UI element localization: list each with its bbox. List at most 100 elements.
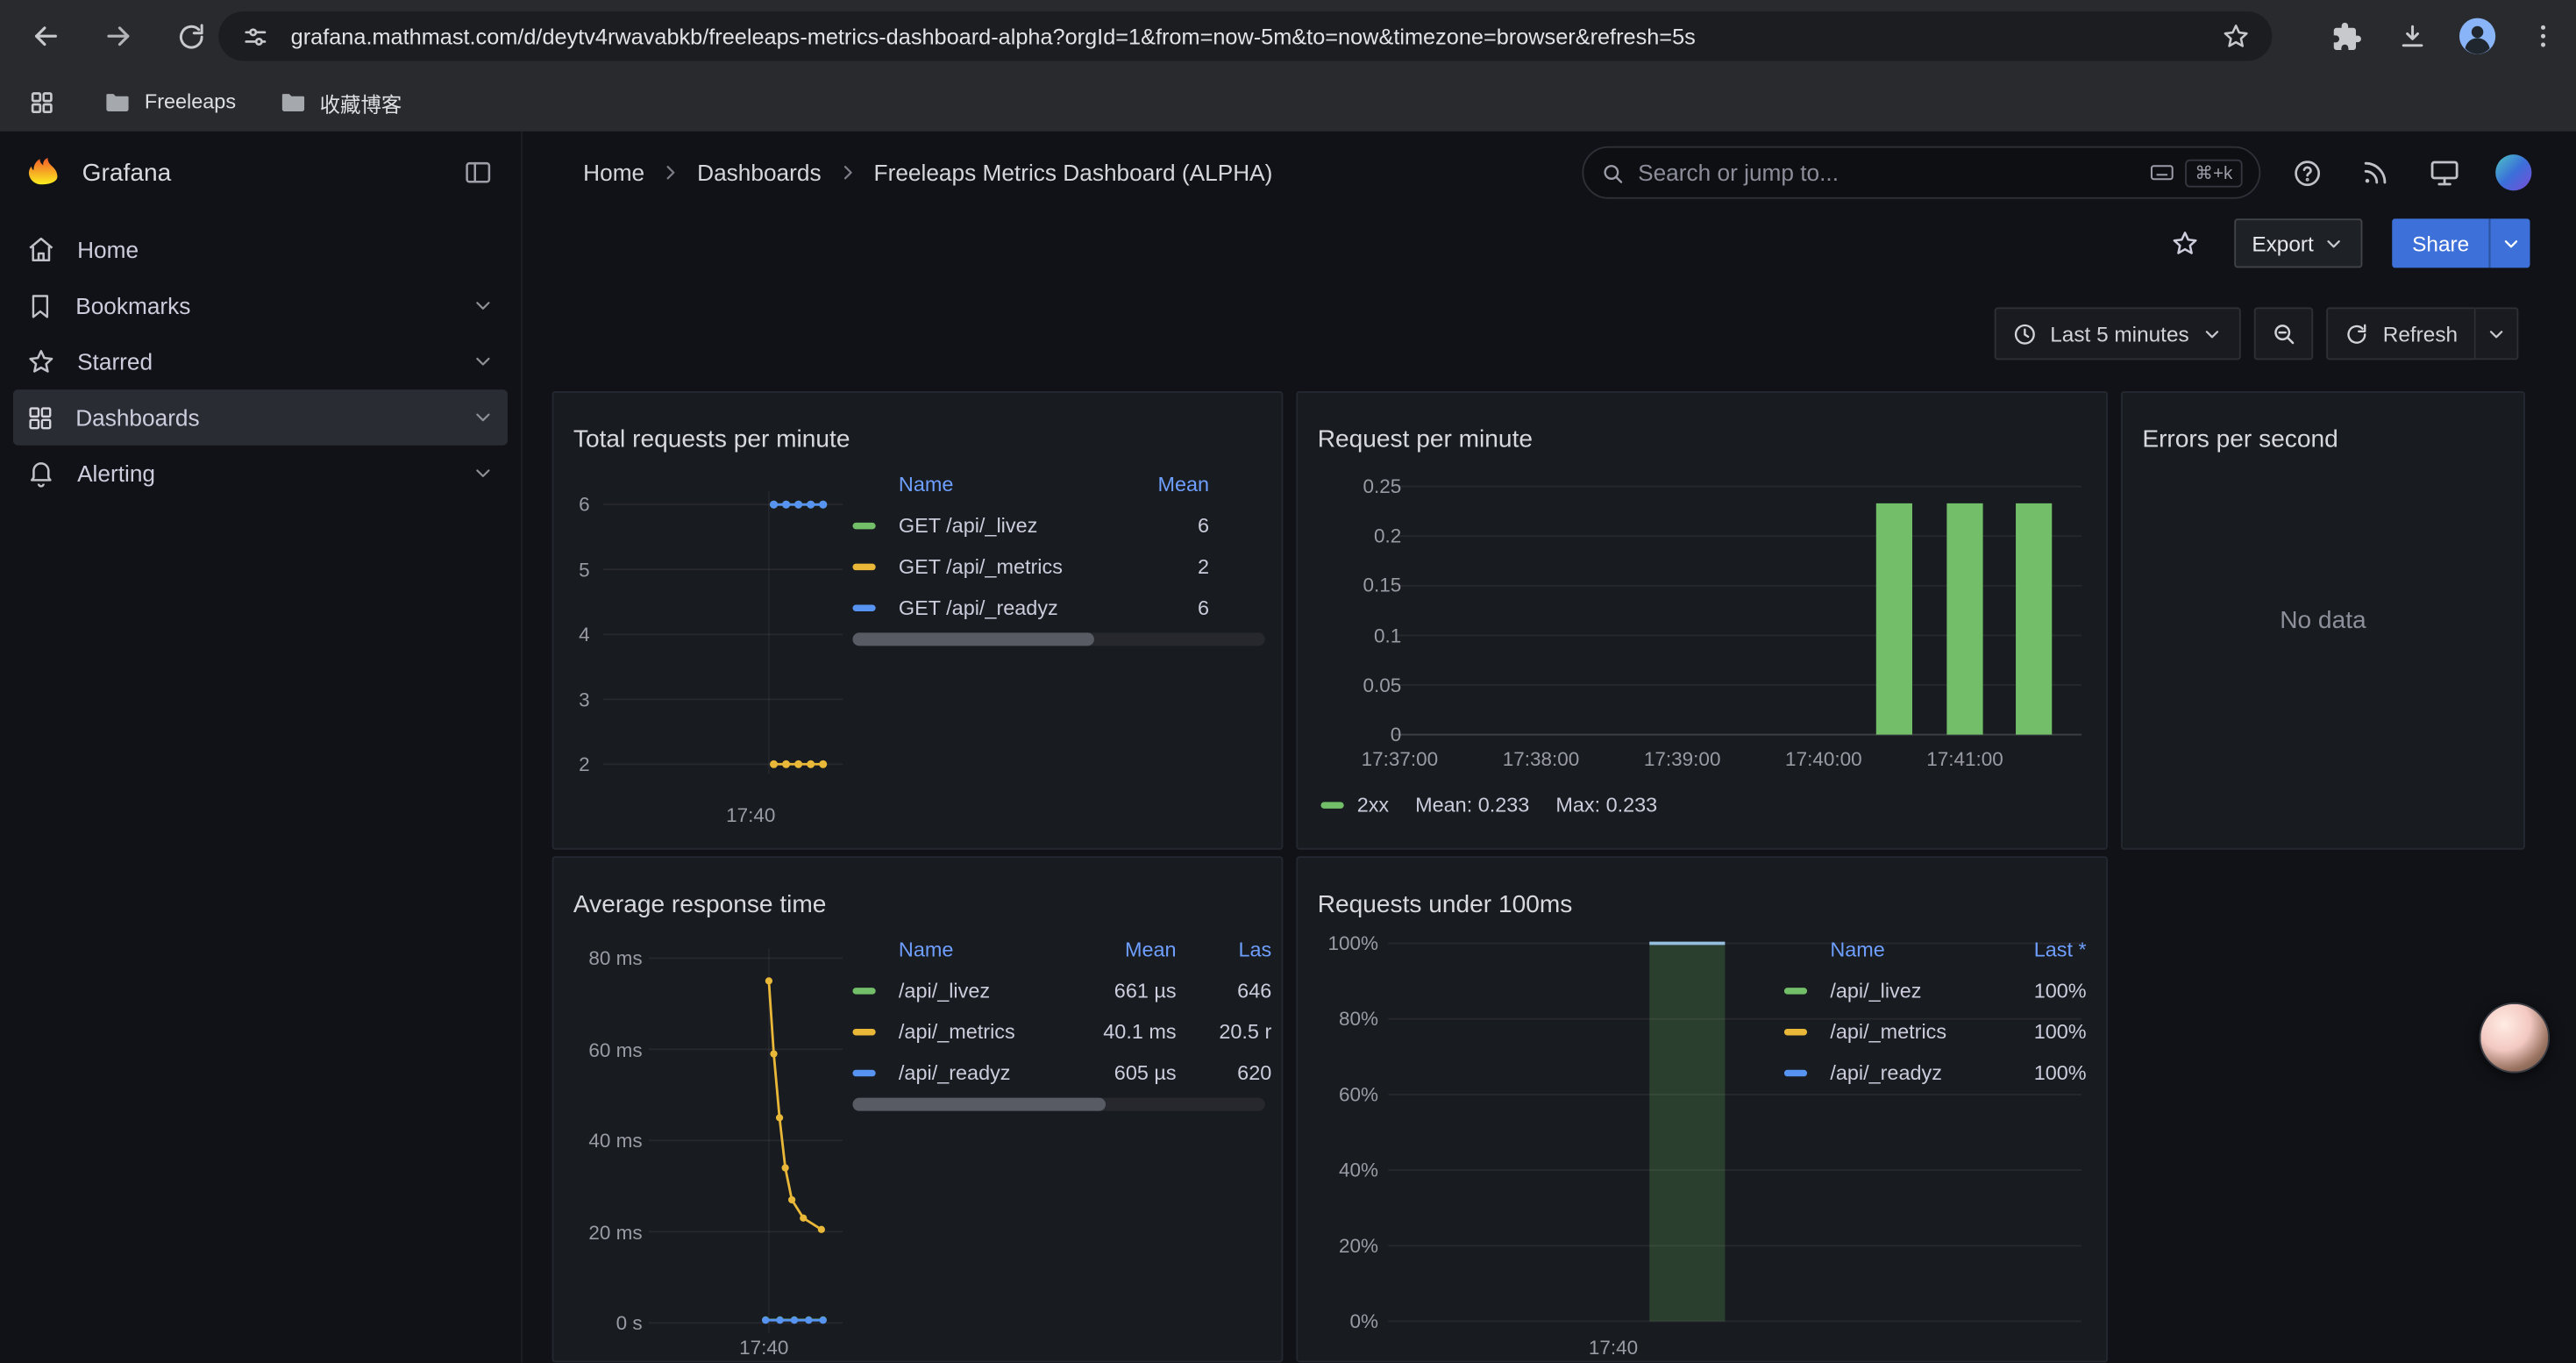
zoom-out-button[interactable] [2255, 307, 2314, 360]
grafana-logo[interactable] [26, 153, 62, 192]
legend-row[interactable]: GET /api/_readyz 6 [852, 587, 1209, 628]
refresh-split-button: Refresh [2327, 307, 2518, 360]
bookmark-folder-blogs[interactable]: 收藏博客 [279, 86, 402, 118]
legend-row[interactable]: /api/_livez 661 µs 646 [852, 969, 1271, 1010]
legend-col-last[interactable]: Last * [1988, 938, 2086, 961]
sidebar-item-dashboards[interactable]: Dashboards [13, 389, 508, 446]
x-axis: 17:37:0017:38:0017:39:0017:40:0017:41:00 [1298, 748, 2108, 774]
dashboards-grid-icon [26, 403, 54, 432]
legend-col-mean[interactable]: Mean [1058, 938, 1177, 961]
sidebar-item-alerting[interactable]: Alerting [13, 446, 508, 502]
back-icon[interactable] [26, 17, 66, 56]
axis-tick: 4 [579, 623, 590, 646]
user-avatar[interactable] [2494, 153, 2533, 192]
reload-icon[interactable] [171, 17, 210, 56]
url-bar[interactable]: grafana.mathmast.com/d/deytv4rwavabkb/fr… [218, 11, 2272, 61]
zoom-out-icon [2271, 320, 2297, 346]
legend-col-name[interactable]: Name [899, 938, 1049, 961]
legend-row[interactable]: /api/_metrics 40.1 ms 20.5 r [852, 1010, 1271, 1052]
axis-tick: 17:38:00 [1503, 748, 1580, 771]
news-feed-icon[interactable] [2356, 153, 2395, 192]
export-button[interactable]: Export [2234, 218, 2363, 268]
axis-tick: 0.1 [1374, 624, 1401, 646]
share-button[interactable]: Share [2393, 218, 2489, 268]
time-controls: Last 5 minutes Refresh [1995, 304, 2576, 363]
x-axis-label: 17:40 [701, 803, 800, 826]
axis-tick: 100% [1328, 931, 1379, 954]
refresh-button[interactable]: Refresh [2327, 307, 2476, 360]
axis-tick: 40% [1339, 1159, 1378, 1181]
legend-row[interactable]: GET /api/_livez 6 [852, 504, 1209, 546]
display-icon[interactable] [2425, 153, 2465, 192]
series-color-dash [852, 987, 875, 993]
axis-tick: 80 ms [588, 946, 642, 969]
chevron-down-icon[interactable] [472, 462, 495, 485]
browser-chrome: grafana.mathmast.com/d/deytv4rwavabkb/fr… [0, 0, 2576, 132]
legend-col-mean[interactable]: Mean [1127, 474, 1209, 496]
dashboard-actions: Export Share [523, 214, 2576, 273]
series-color-dash [852, 563, 875, 569]
star-icon [26, 346, 56, 376]
legend-scrollbar[interactable] [852, 1098, 1264, 1111]
axis-tick: 17:40:00 [1785, 748, 1862, 771]
refresh-interval-caret[interactable] [2476, 307, 2519, 360]
breadcrumb-dashboards[interactable]: Dashboards [697, 160, 821, 186]
axis-tick: 0 [1391, 723, 1402, 746]
legend-row[interactable]: 2xx [1320, 794, 1389, 817]
legend-max: Max: 0.233 [1555, 794, 1657, 817]
apps-grid-icon[interactable] [21, 82, 60, 122]
legend-col-name[interactable]: Name [1830, 938, 1978, 961]
legend-row[interactable]: GET /api/_metrics 2 [852, 546, 1209, 587]
main-area: Home Dashboards Freeleaps Metrics Dashbo… [523, 132, 2576, 1362]
bookmark-folder-freeleaps[interactable]: Freeleaps [103, 88, 236, 116]
sidebar-item-starred[interactable]: Starred [13, 333, 508, 389]
browser-menu-icon[interactable] [2523, 17, 2563, 56]
clock-icon [2012, 321, 2037, 346]
site-settings-icon[interactable] [235, 17, 274, 56]
axis-tick: 2 [579, 753, 590, 775]
time-range-picker[interactable]: Last 5 minutes [1995, 307, 2242, 360]
breadcrumb-current-page: Freeleaps Metrics Dashboard (ALPHA) [874, 160, 1273, 186]
series-color-dash [852, 604, 875, 610]
share-split-button: Share [2393, 218, 2530, 268]
axis-tick: 5 [579, 558, 590, 581]
legend-row[interactable]: /api/_metrics 100% [1784, 1010, 2087, 1052]
collapse-sidebar-icon[interactable] [459, 153, 498, 192]
sidebar-item-bookmarks[interactable]: Bookmarks [13, 278, 508, 334]
panel-total-requests: Total requests per minute 65432 17:40 Na… [552, 391, 1284, 850]
legend-mean: Mean: 0.233 [1415, 794, 1529, 817]
legend-scrollbar[interactable] [852, 632, 1264, 646]
bookmark-star-icon[interactable] [2217, 17, 2256, 56]
legend-col-last[interactable]: Las [1186, 938, 1271, 961]
forward-icon[interactable] [98, 17, 138, 56]
search-icon [1600, 161, 1625, 185]
profile-avatar[interactable] [2458, 17, 2497, 56]
axis-tick: 17:37:00 [1362, 748, 1439, 771]
floating-assistant-avatar[interactable] [2479, 1003, 2550, 1074]
chevron-right-icon [837, 162, 857, 182]
legend-row[interactable]: /api/_readyz 605 µs 620 [852, 1052, 1271, 1093]
chevron-down-icon[interactable] [472, 406, 495, 429]
axis-tick: 20 ms [588, 1220, 642, 1243]
request-per-minute-chart[interactable] [1298, 393, 2108, 850]
chevron-down-icon[interactable] [472, 294, 495, 317]
chevron-down-icon[interactable] [472, 350, 495, 373]
search-input[interactable]: Search or jump to... ⌘+k [1582, 146, 2260, 199]
help-icon[interactable] [2287, 153, 2326, 192]
favorite-star-icon[interactable] [2165, 224, 2204, 263]
share-menu-caret[interactable] [2489, 218, 2530, 268]
legend-col-name[interactable]: Name [899, 474, 1117, 496]
search-shortcut-badge: ⌘+k [2185, 159, 2242, 187]
legend-row[interactable]: /api/_readyz 100% [1784, 1052, 2087, 1093]
series-color-dash [852, 522, 875, 528]
sidebar-item-home[interactable]: Home [13, 222, 508, 278]
extensions-icon[interactable] [2326, 17, 2366, 56]
breadcrumb-home[interactable]: Home [583, 160, 644, 186]
legend-row[interactable]: /api/_livez 100% [1784, 969, 2087, 1010]
brand-label: Grafana [82, 159, 459, 187]
chevron-down-icon [2500, 232, 2521, 253]
series-color-dash [852, 1028, 875, 1034]
sidebar: Grafana Home Bookmarks Starred [0, 132, 523, 1362]
url-text[interactable]: grafana.mathmast.com/d/deytv4rwavabkb/fr… [291, 24, 2217, 48]
download-icon[interactable] [2392, 17, 2431, 56]
